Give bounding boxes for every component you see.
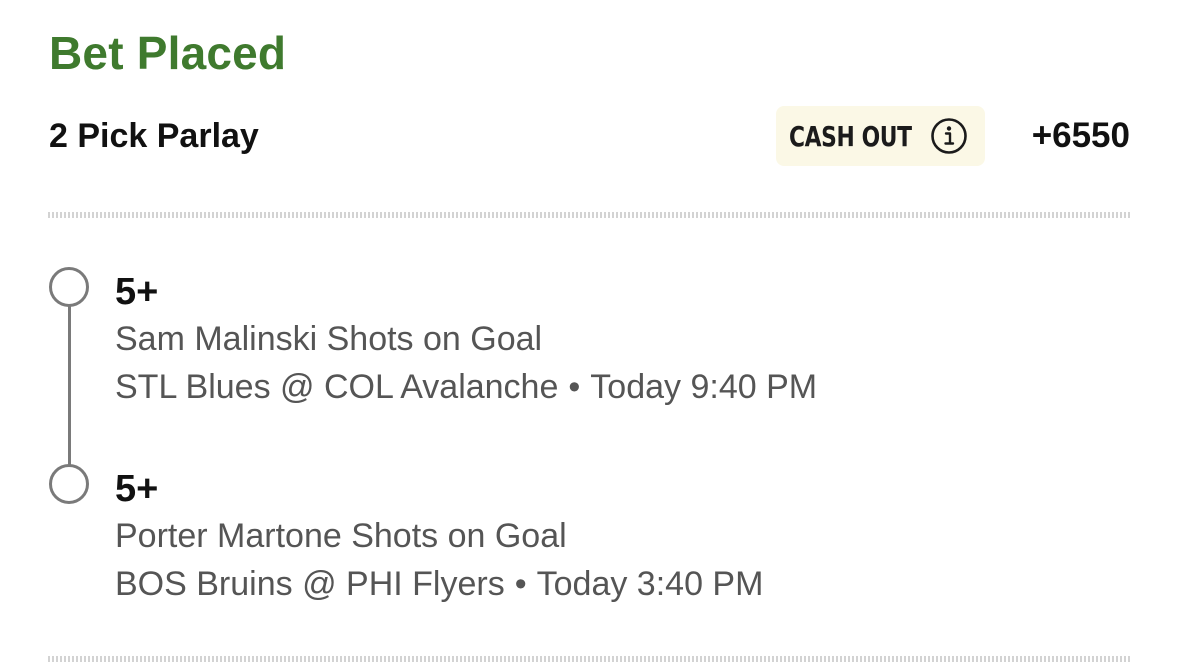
divider [48,656,1131,662]
leg-game-time: Today 3:40 PM [536,565,764,603]
leg-matchup: STL Blues @ COL Avalanche [115,368,559,406]
leg-status-circle-icon [49,267,89,307]
leg-game-info: STL Blues @ COL Avalanche • Today 9:40 PM [115,362,817,412]
leg-market: Porter Martone Shots on Goal [115,517,567,555]
page-title: Bet Placed [49,27,287,79]
bet-confirmation: Bet Placed 2 Pick Parlay CASH OUT +6550 … [0,0,1179,664]
parlay-odds: +6550 [1031,116,1130,155]
parlay-leg-1[interactable]: 5+ Sam Malinski Shots on Goal STL Blues … [115,270,817,412]
leg-game-info: BOS Bruins @ PHI Flyers • Today 3:40 PM [115,559,763,609]
leg-status-circle-icon [49,464,89,504]
bet-summary-row: 2 Pick Parlay CASH OUT +6550 [49,106,1130,166]
leg-matchup: BOS Bruins @ PHI Flyers [115,565,505,603]
separator-dot: • [514,565,527,603]
cash-out-label: CASH OUT [789,119,912,153]
parlay-leg-2[interactable]: 5+ Porter Martone Shots on Goal BOS Brui… [115,467,763,609]
leg-market: Sam Malinski Shots on Goal [115,320,543,358]
divider [48,212,1131,218]
timeline-connector [68,306,71,466]
leg-line: 5+ [115,271,159,313]
leg-game-time: Today 9:40 PM [590,368,818,406]
info-icon[interactable] [930,117,968,155]
leg-line: 5+ [115,468,159,510]
bet-type-label: 2 Pick Parlay [49,117,259,155]
separator-dot: • [568,368,581,406]
cash-out-button[interactable]: CASH OUT [776,106,985,166]
